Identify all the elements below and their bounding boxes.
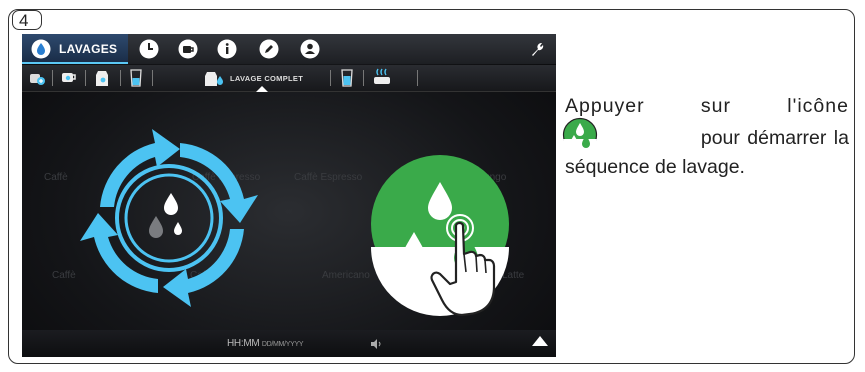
speaker-icon[interactable] — [370, 339, 382, 349]
bg-label: Caffè Espresso — [294, 172, 363, 183]
water-drop-icon — [31, 39, 51, 59]
cup-icon[interactable] — [178, 39, 198, 59]
glass-icon[interactable] — [129, 68, 143, 88]
date-text: DD/MM/YYYY — [261, 341, 304, 348]
text-line: pour démarrer la — [700, 127, 849, 149]
separator — [85, 70, 86, 86]
text-word: l'icône — [787, 95, 849, 117]
text-word: sur — [700, 95, 732, 117]
separator — [330, 70, 331, 86]
wrench-icon[interactable] — [529, 41, 545, 57]
separator — [363, 70, 364, 86]
clock-icon[interactable] — [139, 39, 159, 59]
steam-icon[interactable] — [372, 68, 394, 88]
bg-label: Americano — [322, 270, 370, 281]
separator — [152, 70, 153, 86]
instruction-line-2: pour démarrer la — [562, 117, 849, 153]
instruction-line-1: Appuyer sur l'icône — [565, 92, 849, 121]
wash-type-bar: LAVAGE COMPLET — [22, 65, 556, 92]
separator — [120, 70, 121, 86]
pencil-icon[interactable] — [259, 39, 279, 59]
chevron-up-icon[interactable] — [532, 336, 548, 346]
complete-wash-icon[interactable] — [204, 68, 228, 88]
separator — [52, 70, 53, 86]
time-text: HH:MM — [227, 338, 260, 349]
user-icon[interactable] — [300, 39, 320, 59]
tab-lavages[interactable]: LAVAGES — [22, 34, 128, 64]
active-wash-label: LAVAGE COMPLET — [230, 74, 304, 83]
cup-icon[interactable] — [60, 69, 78, 87]
top-menu-bar: LAVAGES — [22, 34, 556, 64]
glass-drop-icon[interactable] — [340, 68, 354, 88]
milk-carafe-icon[interactable] — [94, 68, 112, 88]
separator — [417, 70, 418, 86]
wash-button-icon — [562, 117, 598, 153]
start-wash-button[interactable] — [370, 152, 532, 322]
step-number-badge: 4 — [12, 10, 42, 30]
clock-display: HH:MM DD/MM/YYYY — [227, 338, 304, 349]
wash-cycle-graphic — [80, 129, 258, 307]
info-icon[interactable] — [217, 39, 237, 59]
machine-screen: Caffè Caffè Espresso Caffè Espresso Caff… — [22, 34, 556, 357]
instruction-line-3: séquence de lavage. — [565, 156, 745, 178]
active-indicator — [256, 86, 268, 92]
cup-rinse-icon[interactable] — [28, 69, 46, 87]
status-bar: HH:MM DD/MM/YYYY — [22, 330, 556, 357]
instruction-text: Appuyer sur l'icône pour démarrer la séq… — [562, 92, 849, 182]
tab-label: LAVAGES — [59, 42, 118, 56]
